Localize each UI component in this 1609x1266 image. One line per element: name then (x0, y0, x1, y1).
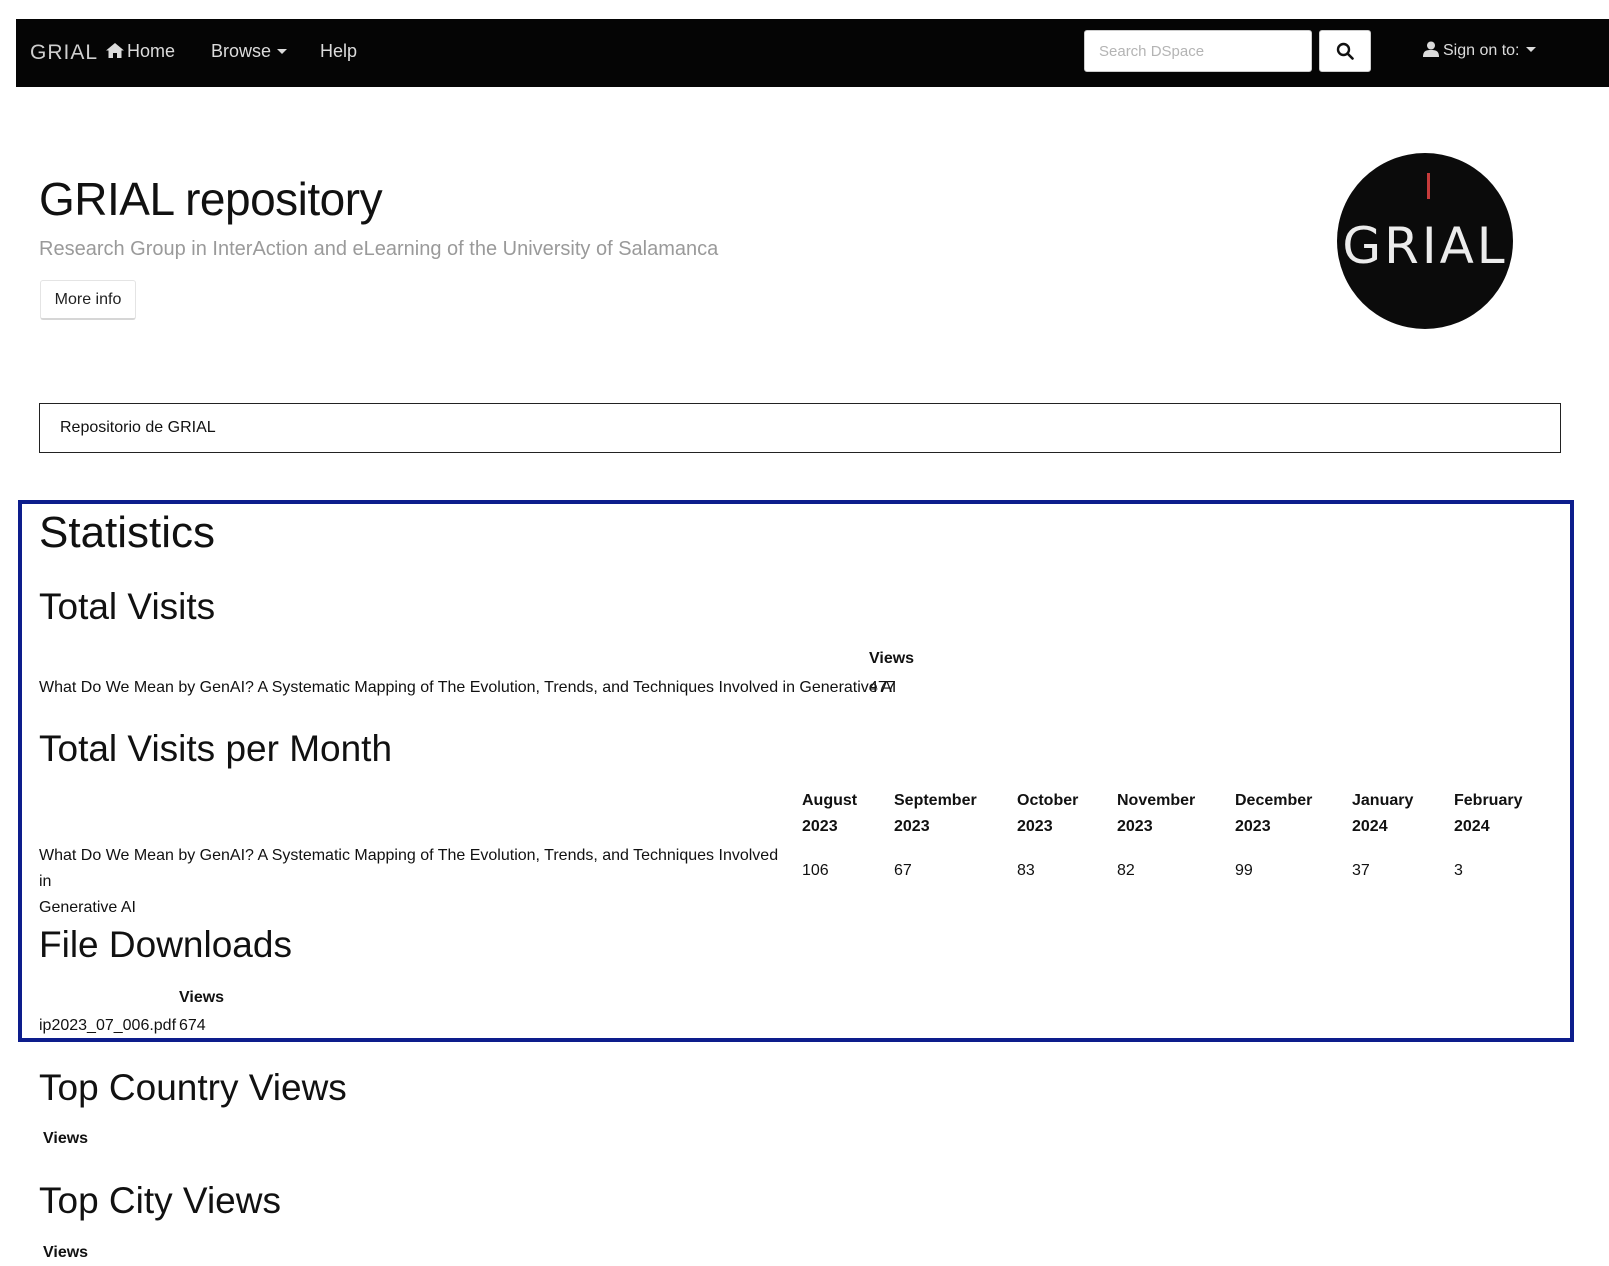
top-city-views-heading: Top City Views (39, 1180, 281, 1221)
breadcrumb: Repositorio de GRIAL (39, 403, 1561, 453)
more-info-button[interactable]: More info (40, 280, 136, 320)
file-downloads-heading: File Downloads (39, 924, 292, 965)
file-download-name[interactable]: ip2023_07_006.pdf (39, 1013, 176, 1039)
total-visits-row-value: 477 (869, 679, 896, 696)
logo-text: GRIAL (1342, 217, 1508, 275)
visits-per-month-heading: Total Visits per Month (39, 728, 393, 769)
total-visits-views-header: Views (869, 650, 915, 667)
nav-home-link[interactable]: Home (106, 41, 175, 62)
month-value-january: 37 (1352, 862, 1370, 879)
top-navbar: GRIAL Home Browse Help Sign on to: (16, 19, 1609, 87)
total-visits-row-title: What Do We Mean by GenAI? A Systematic M… (39, 679, 897, 696)
month-value-october: 83 (1017, 862, 1035, 879)
search-icon (1336, 42, 1354, 60)
search-button[interactable] (1319, 30, 1371, 72)
top-country-views-heading: Top Country Views (39, 1067, 347, 1108)
brand-text: GRIAL (30, 41, 99, 64)
nav-browse-label: Browse (211, 41, 272, 61)
nav-browse-dropdown[interactable]: Browse (211, 41, 288, 62)
month-value-september: 67 (894, 862, 912, 879)
user-icon (1423, 41, 1439, 57)
repository-title: GRIAL repository (39, 173, 383, 225)
nav-home-label: Home (127, 41, 176, 61)
sign-in-label: Sign on to: (1443, 42, 1520, 59)
caret-down-icon (277, 49, 288, 54)
visits-per-month-row-title: What Do We Mean by GenAI? A Systematic M… (39, 847, 779, 916)
sign-in-dropdown[interactable]: Sign on to: (1423, 41, 1536, 60)
caret-down-icon (1525, 47, 1536, 52)
nav-help-label: Help (320, 41, 358, 61)
top-country-views-header: Views (43, 1130, 89, 1147)
month-header-october: October 2023 (1017, 792, 1079, 835)
home-icon (106, 43, 124, 58)
total-visits-heading: Total Visits (39, 586, 216, 627)
month-value-february: 3 (1454, 862, 1463, 879)
file-downloads-views-header: Views (179, 989, 225, 1006)
statistics-heading: Statistics (39, 508, 216, 557)
month-value-december: 99 (1235, 862, 1253, 879)
top-city-views-header: Views (43, 1244, 89, 1261)
breadcrumb-item-repository[interactable]: Repositorio de GRIAL (60, 419, 216, 437)
brand-logo[interactable]: GRIAL (30, 41, 98, 65)
month-header-february: February 2024 (1454, 792, 1523, 835)
month-header-november: November 2023 (1117, 792, 1196, 835)
month-header-september: September 2023 (894, 792, 977, 835)
repository-subtitle: Research Group in InterAction and eLearn… (39, 238, 719, 260)
month-header-august: August 2023 (802, 792, 858, 835)
file-download-value: 674 (179, 1017, 206, 1034)
month-value-august: 106 (802, 862, 829, 879)
month-header-december: December 2023 (1235, 792, 1313, 835)
search-input[interactable] (1084, 30, 1312, 72)
month-header-january: January 2024 (1352, 792, 1414, 835)
month-value-november: 82 (1117, 862, 1135, 879)
nav-help-link[interactable]: Help (320, 41, 357, 62)
logo-accent-bar (1427, 173, 1430, 199)
grial-logo: GRIAL (1337, 153, 1513, 329)
